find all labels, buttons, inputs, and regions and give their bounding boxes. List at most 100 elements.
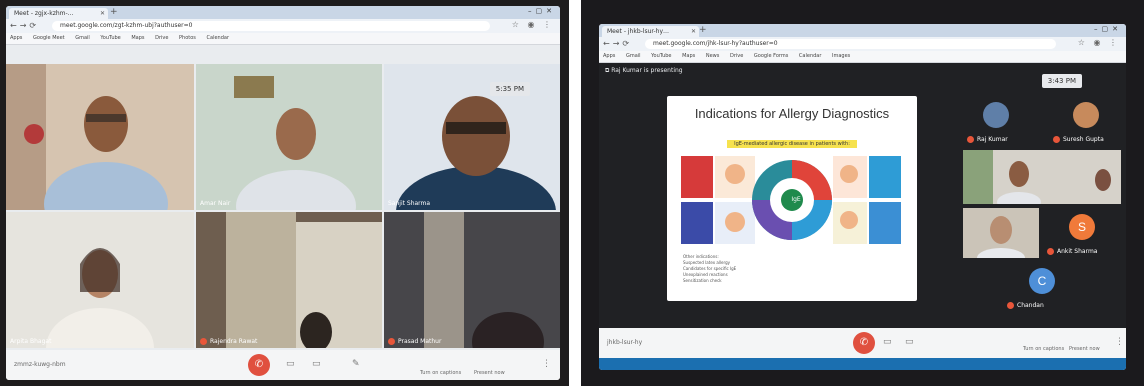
avatar: S bbox=[1069, 214, 1095, 240]
extension-icons[interactable]: ☆ ◉ ⋮ bbox=[1078, 38, 1120, 47]
camera-icon[interactable]: ▭ bbox=[905, 337, 914, 347]
avatar bbox=[983, 102, 1009, 128]
participant-video bbox=[6, 212, 194, 348]
monitor-screen: Meet - jhkb-lsur-hy… ✕ + –▢✕ ←→⟳ meet.go… bbox=[599, 24, 1126, 370]
window-controls[interactable]: –▢✕ bbox=[528, 7, 556, 15]
mic-indicator bbox=[1053, 136, 1060, 143]
mic-icon[interactable]: ▭ bbox=[286, 359, 295, 369]
url-bar: ←→⟳ meet.google.com/jhk-lsur-hy?authuser… bbox=[599, 37, 1126, 51]
bookmark[interactable]: Gmail bbox=[626, 53, 641, 59]
participant-tag: Rajendra Rawat bbox=[200, 338, 257, 345]
bookmark[interactable]: Google Forms bbox=[754, 53, 788, 59]
meeting-code: zmmz-kuwg-nbm bbox=[14, 361, 66, 368]
participant-video bbox=[384, 64, 560, 210]
mic-indicator bbox=[1047, 248, 1054, 255]
participant-name: Ankit Sharma bbox=[1057, 248, 1098, 255]
video-tile[interactable]: Sanjit Sharma bbox=[384, 64, 560, 210]
participant-video bbox=[6, 64, 194, 210]
photo-right: Meet - jhkb-lsur-hy… ✕ + –▢✕ ←→⟳ meet.go… bbox=[581, 0, 1144, 386]
participant-video bbox=[384, 212, 560, 348]
participant-tag: Prasad Mathur bbox=[388, 338, 441, 345]
meet-controls-bar: jhkb-lsur-hy ✆ ▭ ▭ Turn on captions Pres… bbox=[599, 328, 1126, 358]
participant-video bbox=[963, 208, 1039, 258]
more-options-icon[interactable]: ⋮ bbox=[1115, 337, 1124, 347]
presentation-slide: Indications for Allergy Diagnostics IgE-… bbox=[667, 96, 917, 301]
present-label[interactable]: Present now bbox=[474, 370, 505, 376]
bookmarks-bar: Apps Gmail YouTube Maps News Drive Googl… bbox=[599, 51, 1126, 63]
new-tab-icon[interactable]: + bbox=[699, 25, 707, 35]
video-tile[interactable]: Amar Nair bbox=[196, 64, 382, 210]
video-tile[interactable]: S Ankit Sharma bbox=[1043, 208, 1121, 258]
participant-name: Raj Kumar bbox=[977, 136, 1008, 143]
bookmark[interactable]: Apps bbox=[10, 35, 22, 41]
bookmark[interactable]: YouTube bbox=[100, 35, 120, 41]
tab-title: Meet - jhkb-lsur-hy… bbox=[607, 28, 670, 35]
window-controls[interactable]: –▢✕ bbox=[1094, 25, 1122, 33]
bookmark[interactable]: Calendar bbox=[799, 53, 821, 59]
end-call-button[interactable]: ✆ bbox=[853, 332, 875, 354]
bookmark[interactable]: Photos bbox=[179, 35, 196, 41]
hand-icon[interactable]: ✎ bbox=[352, 359, 360, 369]
participant-video bbox=[196, 212, 382, 348]
address-input[interactable]: meet.google.com/jhk-lsur-hy?authuser=0 bbox=[645, 39, 1056, 49]
more-options-icon[interactable]: ⋮ bbox=[542, 359, 551, 369]
bookmark[interactable]: Drive bbox=[155, 35, 168, 41]
presenter-banner: ⧉ Raj Kumar is presenting bbox=[605, 67, 683, 75]
bookmark[interactable]: Gmail bbox=[75, 35, 90, 41]
clock: 5:35 PM bbox=[489, 82, 530, 96]
video-tile[interactable]: Arpita Bhagat bbox=[6, 212, 194, 348]
captions-label[interactable]: Turn on captions bbox=[420, 370, 461, 376]
bullet-item: Sensitization check bbox=[683, 278, 722, 283]
center-label: IgE bbox=[791, 196, 801, 203]
close-icon[interactable]: ✕ bbox=[100, 8, 105, 19]
mic-indicator bbox=[967, 136, 974, 143]
video-tile[interactable]: Prasad Mathur bbox=[384, 212, 560, 348]
end-call-button[interactable]: ✆ bbox=[248, 354, 270, 376]
browser-tab[interactable]: Meet - zgjx-kzhm-… ✕ bbox=[9, 8, 108, 19]
os-taskbar bbox=[599, 358, 1126, 370]
close-icon[interactable]: ✕ bbox=[691, 26, 696, 37]
new-tab-icon[interactable]: + bbox=[110, 7, 118, 17]
browser-tab[interactable]: Meet - jhkb-lsur-hy… ✕ bbox=[602, 26, 699, 37]
bookmark[interactable]: YouTube bbox=[651, 53, 671, 59]
bookmarks-bar: Apps Google Meet Gmail YouTube Maps Driv… bbox=[6, 33, 560, 45]
nav-arrows-icon[interactable]: ←→⟳ bbox=[10, 21, 39, 30]
bookmark[interactable]: Images bbox=[832, 53, 850, 59]
bookmark[interactable]: Google Meet bbox=[33, 35, 65, 41]
participant-name: Amar Nair bbox=[200, 200, 231, 207]
present-label[interactable]: Present now bbox=[1069, 346, 1100, 352]
captions-label[interactable]: Turn on captions bbox=[1023, 346, 1064, 352]
video-tile[interactable]: C Chandan bbox=[1003, 262, 1083, 312]
participant-tag: Suresh Gupta bbox=[1053, 136, 1104, 143]
slide-subtitle: IgE-mediated allergic disease in patient… bbox=[727, 140, 857, 148]
meeting-code: jhkb-lsur-hy bbox=[607, 339, 643, 346]
video-tile[interactable] bbox=[963, 208, 1039, 258]
meet-controls-bar: zmmz-kuwg-nbm ✆ ▭ ▭ ✎ Turn on captions P… bbox=[6, 350, 560, 380]
nav-arrows-icon[interactable]: ←→⟳ bbox=[603, 39, 632, 48]
mic-indicator bbox=[388, 338, 395, 345]
participant-name: Rajendra Rawat bbox=[210, 338, 258, 345]
participant-video bbox=[196, 64, 382, 210]
video-tile[interactable] bbox=[963, 150, 1121, 204]
bookmark[interactable]: Apps bbox=[603, 53, 615, 59]
browser-tab-bar: Meet - zgjx-kzhm-… ✕ + –▢✕ bbox=[6, 6, 560, 19]
extension-icons[interactable]: ☆ ◉ ⋮ bbox=[512, 20, 554, 29]
participant-tag: Chandan bbox=[1007, 302, 1044, 309]
bookmark[interactable]: Maps bbox=[682, 53, 695, 59]
clock: 3:43 PM bbox=[1041, 74, 1082, 88]
bookmark[interactable]: Drive bbox=[730, 53, 743, 59]
video-tile[interactable] bbox=[6, 64, 194, 210]
participant-video bbox=[963, 150, 1121, 204]
bookmark[interactable]: News bbox=[706, 53, 720, 59]
address-input[interactable]: meet.google.com/zgt-kzhm-ubj?authuser=0 bbox=[52, 21, 490, 31]
bookmark[interactable]: Calendar bbox=[207, 35, 229, 41]
video-tile[interactable]: Rajendra Rawat bbox=[196, 212, 382, 348]
video-tile[interactable]: Suresh Gupta bbox=[1049, 96, 1121, 146]
slide-title: Indications for Allergy Diagnostics bbox=[694, 106, 890, 121]
bookmark[interactable]: Maps bbox=[131, 35, 144, 41]
camera-icon[interactable]: ▭ bbox=[312, 359, 321, 369]
tab-title: Meet - zgjx-kzhm-… bbox=[14, 10, 74, 17]
video-tile[interactable]: Raj Kumar bbox=[963, 96, 1033, 146]
mic-indicator bbox=[1007, 302, 1014, 309]
mic-icon[interactable]: ▭ bbox=[883, 337, 892, 347]
